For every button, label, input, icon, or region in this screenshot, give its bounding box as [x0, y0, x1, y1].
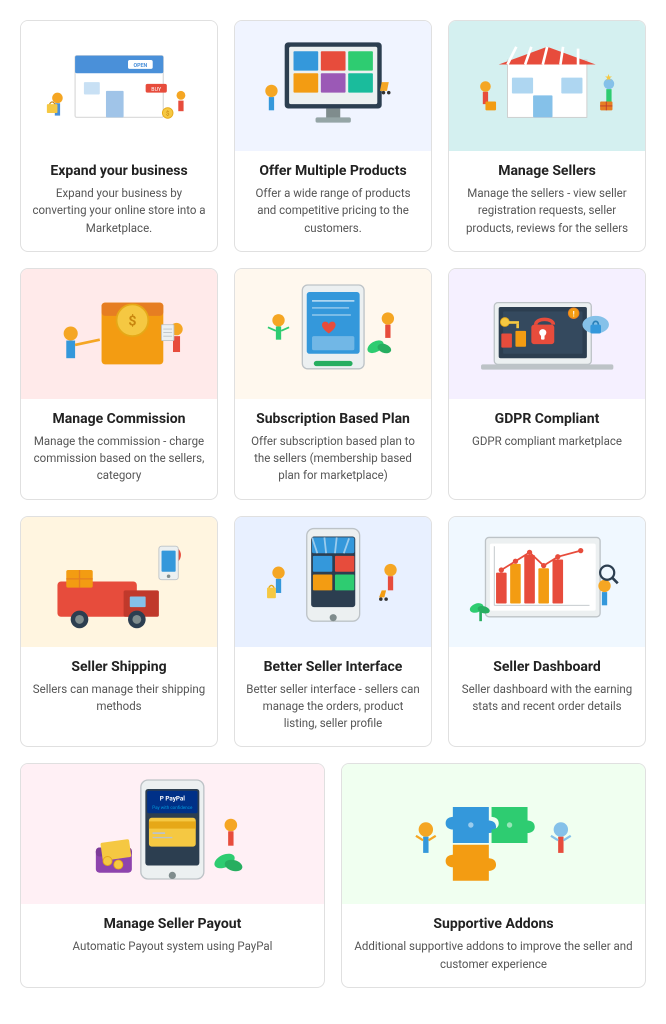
card-body-shipping: Seller Shipping Sellers can manage their…	[21, 647, 217, 730]
row-1: OPEN BUY $	[20, 20, 646, 252]
card-desc-products: Offer a wide range of products and compe…	[245, 185, 421, 237]
card-body-products: Offer Multiple Products Offer a wide ran…	[235, 151, 431, 251]
card-dashboard: Seller Dashboard Seller dashboard with t…	[448, 516, 646, 748]
svg-text:$: $	[166, 109, 170, 117]
card-title-gdpr: GDPR Compliant	[459, 411, 635, 427]
card-body-payout: Manage Seller Payout Automatic Payout sy…	[21, 904, 324, 969]
card-body-dashboard: Seller Dashboard Seller dashboard with t…	[449, 647, 645, 730]
card-commission: $ Manage Commission Manage the commissio…	[20, 268, 218, 500]
card-body-expand: Expand your business Expand your busines…	[21, 151, 217, 251]
card-desc-commission: Manage the commission - charge commissio…	[31, 433, 207, 485]
card-desc-interface: Better seller interface - sellers can ma…	[245, 681, 421, 733]
card-image-shipping	[21, 517, 217, 647]
card-title-interface: Better Seller Interface	[245, 659, 421, 675]
card-image-gdpr: !	[449, 269, 645, 399]
card-title-products: Offer Multiple Products	[245, 163, 421, 179]
card-interface: Better Seller Interface Better seller in…	[234, 516, 432, 748]
card-gdpr: ! GDPR Compliant GDPR compliant marketpl…	[448, 268, 646, 500]
card-title-addons: Supportive Addons	[352, 916, 635, 932]
card-body-subscription: Subscription Based Plan Offer subscripti…	[235, 399, 431, 499]
svg-text:BUY: BUY	[151, 86, 162, 92]
card-body-interface: Better Seller Interface Better seller in…	[235, 647, 431, 747]
card-payout: P PayPal Pay with confidence	[20, 763, 325, 988]
svg-text:P PayPal: P PayPal	[160, 795, 186, 803]
card-image-commission: $	[21, 269, 217, 399]
card-body-commission: Manage Commission Manage the commission …	[21, 399, 217, 499]
svg-text:OPEN: OPEN	[133, 63, 147, 69]
card-title-subscription: Subscription Based Plan	[245, 411, 421, 427]
card-image-products	[235, 21, 431, 151]
row-4: P PayPal Pay with confidence	[20, 763, 646, 988]
card-subscription: Subscription Based Plan Offer subscripti…	[234, 268, 432, 500]
card-addons: Supportive Addons Additional supportive …	[341, 763, 646, 988]
card-desc-sellers: Manage the sellers - view seller registr…	[459, 185, 635, 237]
card-title-commission: Manage Commission	[31, 411, 207, 427]
card-shipping: Seller Shipping Sellers can manage their…	[20, 516, 218, 748]
card-desc-dashboard: Seller dashboard with the earning stats …	[459, 681, 635, 716]
card-image-addons	[342, 764, 645, 904]
card-title-payout: Manage Seller Payout	[31, 916, 314, 932]
card-title-sellers: Manage Sellers	[459, 163, 635, 179]
card-title-expand: Expand your business	[31, 163, 207, 179]
card-body-addons: Supportive Addons Additional supportive …	[342, 904, 645, 987]
row-2: $ Manage Commission Manage the commissio…	[20, 268, 646, 500]
card-title-shipping: Seller Shipping	[31, 659, 207, 675]
card-title-dashboard: Seller Dashboard	[459, 659, 635, 675]
card-image-dashboard	[449, 517, 645, 647]
card-desc-gdpr: GDPR compliant marketplace	[459, 433, 635, 450]
svg-text:$: $	[128, 313, 136, 330]
svg-text:★: ★	[604, 73, 612, 83]
card-products: Offer Multiple Products Offer a wide ran…	[234, 20, 432, 252]
card-image-subscription	[235, 269, 431, 399]
card-image-expand: OPEN BUY $	[21, 21, 217, 151]
card-image-payout: P PayPal Pay with confidence	[21, 764, 324, 904]
card-desc-addons: Additional supportive addons to improve …	[352, 938, 635, 973]
card-body-sellers: Manage Sellers Manage the sellers - view…	[449, 151, 645, 251]
card-image-interface	[235, 517, 431, 647]
card-desc-expand: Expand your business by converting your …	[31, 185, 207, 237]
card-sellers: ★ Manage Sellers Manage the sellers - vi…	[448, 20, 646, 252]
card-desc-shipping: Sellers can manage their shipping method…	[31, 681, 207, 716]
card-body-gdpr: GDPR Compliant GDPR compliant marketplac…	[449, 399, 645, 464]
card-desc-subscription: Offer subscription based plan to the sel…	[245, 433, 421, 485]
row-3: Seller Shipping Sellers can manage their…	[20, 516, 646, 748]
card-desc-payout: Automatic Payout system using PayPal	[31, 938, 314, 955]
svg-text:!: !	[572, 310, 574, 319]
card-expand: OPEN BUY $	[20, 20, 218, 252]
card-image-sellers: ★	[449, 21, 645, 151]
